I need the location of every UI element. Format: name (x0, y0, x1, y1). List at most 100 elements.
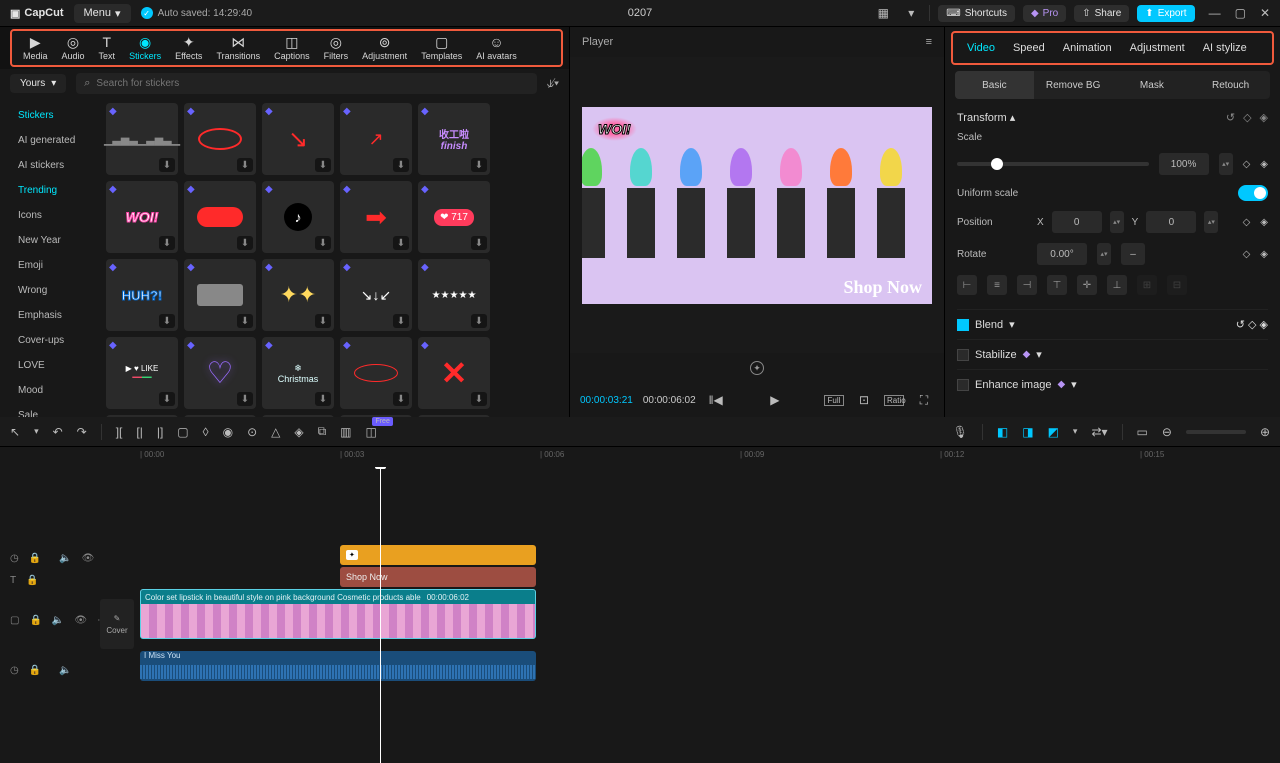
preview-icon[interactable]: ▭ (1137, 425, 1148, 439)
magnet-dropdown[interactable]: ▾ (1073, 426, 1078, 437)
prev-frame-icon[interactable]: ‖◀ (706, 393, 726, 407)
sticker-three-down-arrows[interactable]: ◆↘↓↙⬇ (340, 259, 412, 331)
tab-video[interactable]: Video (967, 42, 995, 54)
clock-icon[interactable]: ◷ (10, 553, 19, 564)
link-icon[interactable]: ⇄▾ (1091, 425, 1107, 439)
scale-icon[interactable]: ⊡ (854, 393, 874, 407)
mirror-icon[interactable]: ▥ (340, 425, 351, 439)
sticker-white-6-scribble[interactable]: ◆6⬇ (184, 415, 256, 417)
toolbar-captions[interactable]: ◫Captions (267, 35, 317, 61)
play-icon[interactable]: ▶ (765, 393, 785, 407)
sticker-two-sparkles[interactable]: ◆✦✦⬇ (262, 259, 334, 331)
keyframe-icon[interactable]: ◇ (1243, 249, 1251, 260)
transform-head[interactable]: Transform ▴ ↺◇◈ (957, 111, 1268, 124)
download-icon[interactable]: ⬇ (471, 158, 487, 172)
rotate-stepper[interactable]: ▴▾ (1097, 243, 1111, 265)
toolbar-stickers[interactable]: ◉Stickers (122, 35, 168, 61)
sticker-christmas-snow[interactable]: ◆❄Christmas⬇ (262, 337, 334, 409)
export-button[interactable]: ⬆ Export (1137, 5, 1194, 22)
download-icon[interactable]: ⬇ (393, 236, 409, 250)
category-wrong[interactable]: Wrong (14, 278, 100, 303)
redo-icon[interactable]: ↷ (77, 425, 87, 439)
align-center-v-icon[interactable]: ✛ (1077, 275, 1097, 295)
sticker-purple-glow-heart[interactable]: ◆♡⬇ (184, 337, 256, 409)
mute-icon[interactable]: 🔈 (59, 665, 71, 676)
trim-left-icon[interactable]: [​| (136, 425, 142, 439)
magnet-3-icon[interactable]: ◩ (1048, 425, 1059, 439)
crop-icon[interactable]: ⧉ (318, 424, 327, 439)
keyframe-icon[interactable]: ◇ (1243, 217, 1251, 228)
keyframe-icon[interactable]: ◇ (1243, 159, 1251, 170)
toolbar-text[interactable]: TText (92, 35, 123, 61)
category-sale[interactable]: Sale (14, 403, 100, 417)
video-icon[interactable]: ▢ (10, 615, 19, 626)
toolbar-effects[interactable]: ✦Effects (168, 35, 209, 61)
download-icon[interactable]: ⬇ (159, 158, 175, 172)
sticker-red-oval-scribble[interactable]: ◆⬇ (184, 103, 256, 175)
sticker-tiktok-logo[interactable]: ◆♪⬇ (262, 181, 334, 253)
magnet-1-icon[interactable]: ◧ (997, 425, 1008, 439)
sticker-red-x[interactable]: ◆✕⬇ (418, 337, 490, 409)
expand-icon[interactable]: ⛶ (914, 393, 934, 408)
download-icon[interactable]: ⬇ (237, 314, 253, 328)
download-icon[interactable]: ⬇ (315, 236, 331, 250)
sticker-red-thin-oval[interactable]: ◆⬇ (340, 337, 412, 409)
x-value[interactable]: 0 (1052, 211, 1102, 233)
scale-stepper[interactable]: ▴▾ (1219, 153, 1233, 175)
pro-button[interactable]: ◆ Pro (1023, 5, 1066, 22)
auto-tool-icon[interactable]: ◫ (366, 425, 377, 439)
maximize-icon[interactable]: ▢ (1235, 6, 1246, 20)
download-icon[interactable]: ⬇ (393, 314, 409, 328)
subtab-retouch[interactable]: Retouch (1191, 71, 1270, 99)
preview[interactable]: WOI! Shop Now (582, 107, 932, 304)
category-mood[interactable]: Mood (14, 378, 100, 403)
minimize-icon[interactable]: — (1209, 6, 1221, 20)
filter-icon[interactable]: ⫝̸▾ (547, 76, 559, 91)
toolbar-filters[interactable]: ◎Filters (317, 35, 356, 61)
download-icon[interactable]: ⬇ (471, 236, 487, 250)
shortcuts-button[interactable]: ⌨ Shortcuts (938, 5, 1015, 22)
reset-icon[interactable]: ↺ (1236, 319, 1245, 331)
cover-button[interactable]: ✎ Cover (100, 599, 134, 649)
category-icons[interactable]: Icons (14, 203, 100, 228)
sticker-red-rect-fill[interactable]: ◆⬇ (184, 181, 256, 253)
search-stickers[interactable]: ⌕ (76, 73, 537, 94)
download-icon[interactable]: ⬇ (393, 158, 409, 172)
full-icon[interactable]: Full (824, 395, 844, 406)
toolbar-transitions[interactable]: ⋈Transitions (209, 35, 267, 61)
mute-icon[interactable]: 🔈 (52, 615, 64, 626)
blend-section[interactable]: Blend ▾ ↺ ◇ ◈ (957, 309, 1268, 339)
keyframe-icon[interactable]: ◇ (1248, 319, 1256, 331)
playhead[interactable] (380, 467, 381, 763)
scale-slider[interactable] (957, 162, 1149, 166)
sticker-thumbs-up-sparkle[interactable]: ◆👍✦⬇ (418, 415, 490, 417)
undo-icon[interactable]: ↶ (53, 425, 63, 439)
align-top-icon[interactable]: ⊤ (1047, 275, 1067, 295)
reset-icon[interactable]: ↺ (1226, 111, 1235, 124)
scale-value[interactable]: 100% (1159, 153, 1209, 175)
player-menu-icon[interactable]: ≡ (926, 36, 932, 48)
eye-icon[interactable]: 👁 (74, 615, 87, 626)
ratio-icon[interactable]: Ratio (884, 395, 904, 406)
project-title[interactable]: 0207 (628, 7, 652, 19)
x-stepper[interactable]: ▴▾ (1110, 211, 1124, 233)
sticker-sparkle-cloud[interactable]: ◆✧⁂✧⬇ (262, 415, 334, 417)
trim-right-icon[interactable]: |​] (157, 425, 163, 439)
keyframe-icon[interactable]: ◇ (1243, 111, 1251, 124)
magnet-2-icon[interactable]: ◨ (1022, 425, 1033, 439)
warning-icon[interactable]: △ (271, 425, 280, 439)
reverse-icon[interactable]: ⊙ (247, 425, 257, 439)
keyframe-icon-2[interactable]: ◈ (1260, 217, 1268, 228)
lock-icon[interactable]: 🔒 (29, 615, 41, 626)
category-cover-ups[interactable]: Cover-ups (14, 328, 100, 353)
category-ai-generated[interactable]: AI generated (14, 128, 100, 153)
mute-icon[interactable]: 🔈 (59, 553, 71, 564)
download-icon[interactable]: ⬇ (237, 392, 253, 406)
marker-icon[interactable]: ◊ (203, 425, 209, 439)
category-emoji[interactable]: Emoji (14, 253, 100, 278)
category-stickers[interactable]: Stickers (14, 103, 100, 128)
blend-checkbox[interactable] (957, 319, 969, 331)
tab-animation[interactable]: Animation (1063, 42, 1112, 54)
y-value[interactable]: 0 (1146, 211, 1196, 233)
tab-ai-stylize[interactable]: AI stylize (1203, 42, 1247, 54)
